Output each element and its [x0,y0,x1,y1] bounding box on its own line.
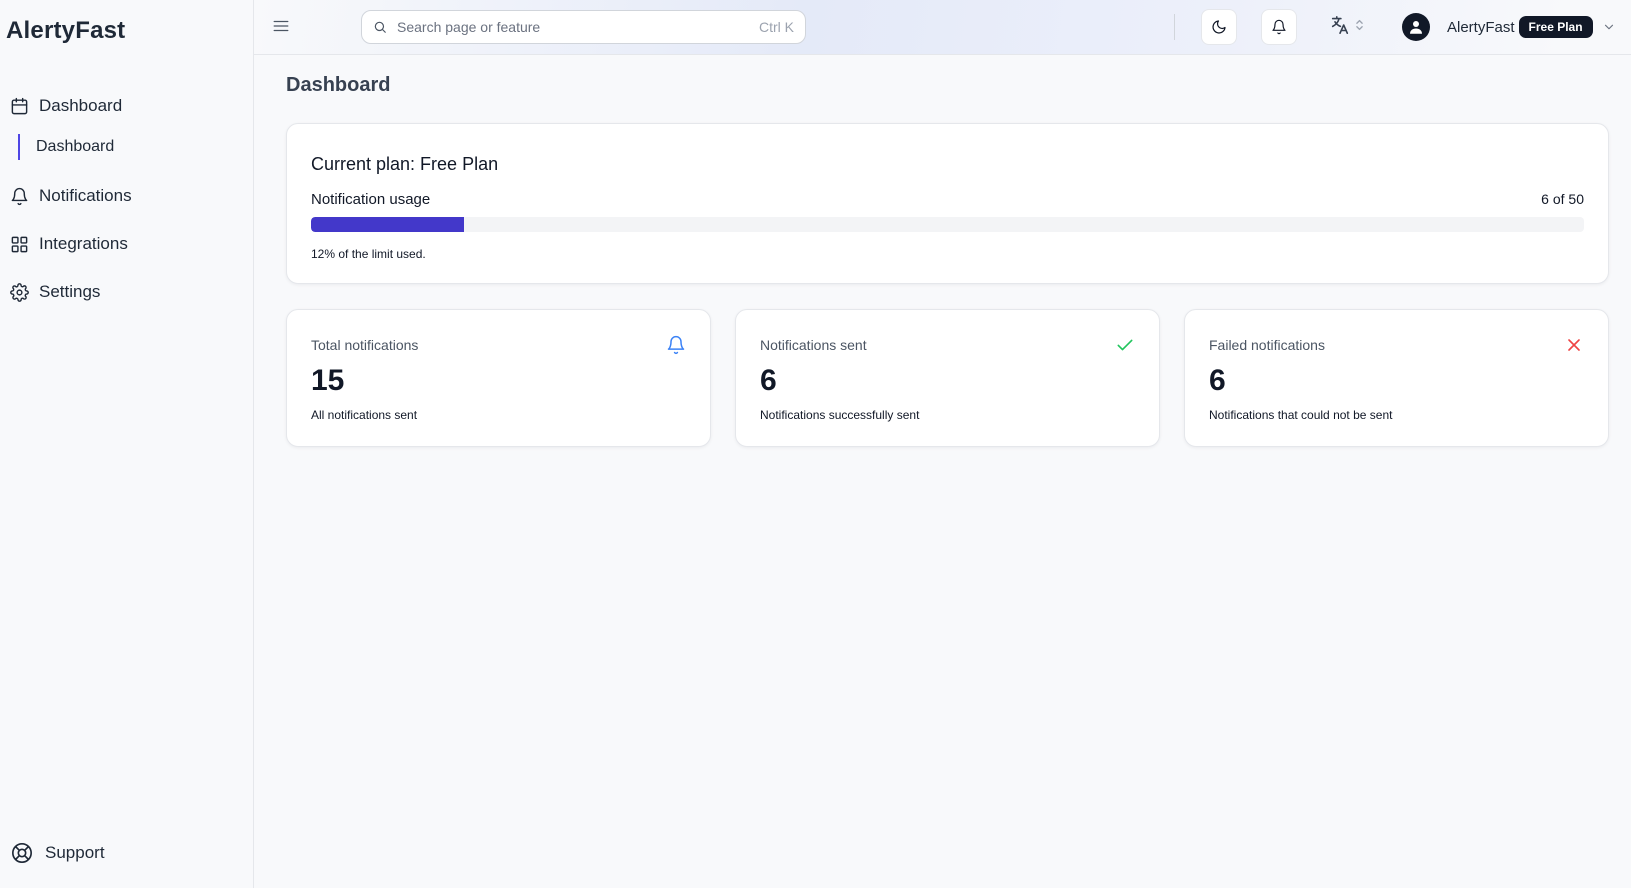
gear-icon [10,282,29,302]
top-bar: Ctrl K AlertyFast Free Plan [254,0,1631,55]
stat-card-total: Total notifications 15 All notifications… [286,309,711,447]
chevron-updown-icon [1356,19,1363,31]
language-selector[interactable] [1329,14,1364,36]
sidebar: AlertyFast Dashboard Dashboard Notificat… [0,0,254,888]
hamburger-menu-icon[interactable] [272,17,290,35]
page-title: Dashboard [286,74,391,96]
sidebar-item-label: Dashboard [39,96,123,115]
bell-icon [1272,19,1286,35]
x-icon [1568,339,1580,351]
sidebar-item-notifications[interactable]: Notifications [10,180,132,212]
stat-value: 6 [1209,364,1226,397]
plan-title: Current plan: Free Plan [311,154,499,174]
sidebar-item-label: Settings [39,282,101,301]
lifebuoy-icon [12,843,32,863]
app-root: AlertyFast Dashboard Dashboard Notificat… [0,0,1631,888]
sidebar-item-settings[interactable]: Settings [10,276,100,308]
stat-card-failed: Failed notifications 6 Notifications tha… [1184,309,1609,447]
usage-progress-bar [311,217,1584,232]
translate-icon [1331,15,1349,35]
search-icon [374,21,386,33]
sidebar-item-integrations[interactable]: Integrations [10,228,128,260]
grid-icon [11,236,28,252]
usage-progress-fill [311,217,464,232]
search-shortcut: Ctrl K [759,19,794,35]
avatar [1402,13,1430,41]
stat-label: Failed notifications [1209,337,1325,353]
usage-note: 12% of the limit used. [311,247,426,261]
sidebar-item-label: Integrations [39,234,128,253]
brand-logo[interactable]: AlertyFast [6,17,125,45]
stat-description: Notifications that could not be sent [1209,408,1393,422]
support-label: Support [45,843,105,862]
header-divider [1174,14,1175,40]
sidebar-subitem-dashboard[interactable]: Dashboard [18,134,114,160]
bell-icon [667,335,685,355]
plan-badge: Free Plan [1518,16,1593,38]
search-bar[interactable]: Ctrl K [361,10,806,44]
support-link[interactable]: Support [11,842,105,864]
stat-value: 15 [311,364,345,397]
chevron-down-icon [1604,24,1613,30]
stat-value: 6 [760,364,777,397]
user-icon [1410,21,1422,34]
check-icon [1117,339,1133,351]
moon-icon [1212,20,1226,34]
bell-icon [11,187,28,205]
search-input[interactable] [397,19,749,35]
calendar-icon [11,97,28,114]
usage-count: 6 of 50 [1541,191,1584,207]
stat-label: Total notifications [311,337,419,353]
usage-label: Notification usage [311,191,431,208]
plan-usage-card: Current plan: Free Plan Notification usa… [286,123,1609,284]
stat-description: All notifications sent [311,408,418,422]
stat-label: Notifications sent [760,337,867,353]
notifications-button[interactable] [1261,9,1297,45]
stat-description: Notifications successfully sent [760,408,920,422]
stat-card-sent: Notifications sent 6 Notifications succe… [735,309,1160,447]
user-name: AlertyFast [1447,18,1515,36]
theme-toggle-button[interactable] [1201,9,1237,45]
sidebar-item-dashboard[interactable]: Dashboard [10,90,122,122]
sidebar-item-label: Notifications [39,186,132,205]
user-menu[interactable]: AlertyFast Free Plan [1402,13,1616,41]
